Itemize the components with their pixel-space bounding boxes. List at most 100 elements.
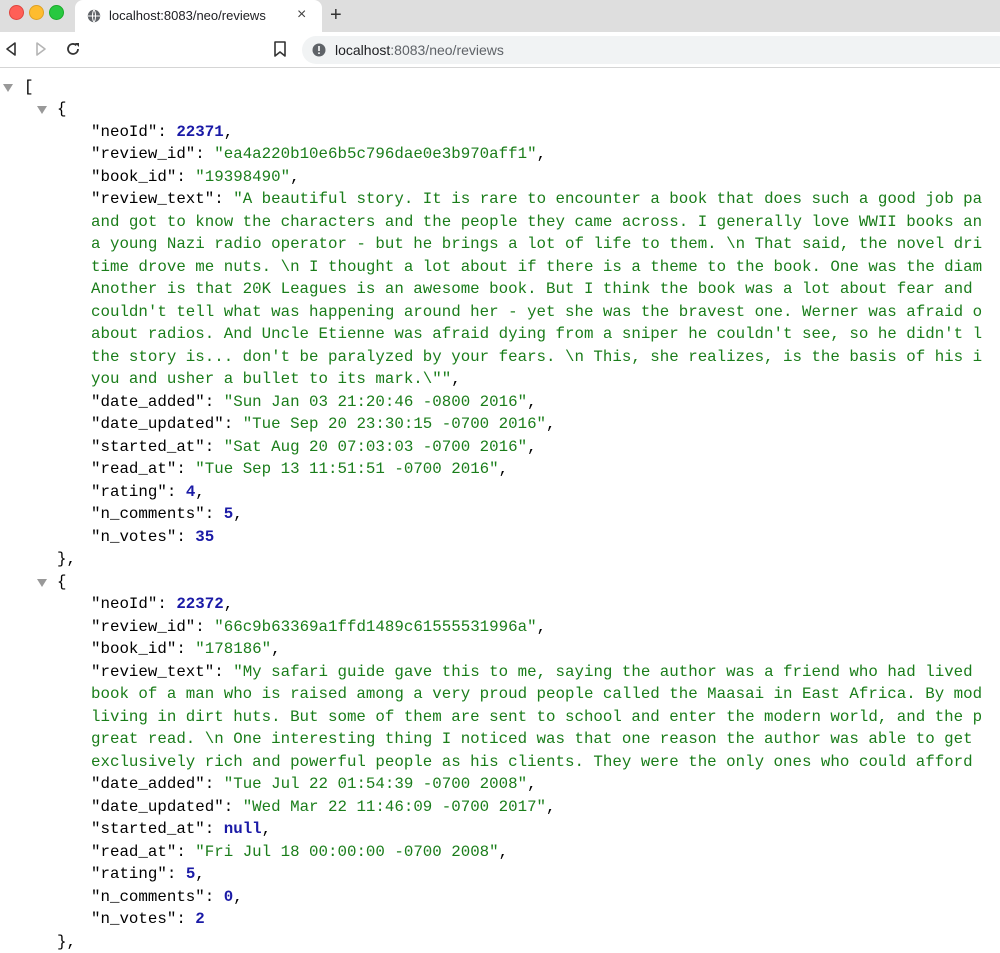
json-value: "Sat Aug 20 07:03:03 -0700 2016": [223, 437, 528, 456]
json-key: "book_id": [91, 167, 177, 186]
json-key: "n_comments": [91, 505, 205, 523]
json-key: "book_id": [91, 640, 177, 658]
url-path: :8083/neo/reviews: [390, 42, 504, 58]
json-value: "178186": [195, 640, 272, 658]
json-comma: ,: [498, 842, 509, 861]
json-value: "19398490": [195, 167, 291, 186]
review-text-line: book of a man who is raised among a very…: [91, 683, 982, 705]
json-colon: :: [204, 820, 224, 838]
json-key: "read_at": [91, 460, 177, 478]
json-comma: ,: [527, 775, 537, 793]
json-colon: :: [195, 617, 215, 636]
json-value: "Tue Sep 13 11:51:51 -0700 2016": [195, 460, 499, 478]
json-value: 2: [195, 910, 205, 928]
json-value: 4: [185, 482, 196, 501]
json-colon: :: [176, 640, 196, 658]
json-field-date-updated: "date_updated": "Tue Sep 20 23:30:15 -07…: [91, 413, 556, 435]
collapse-object-toggle[interactable]: [37, 106, 47, 114]
json-field-date-added: "date_added": "Sun Jan 03 21:20:46 -0800…: [91, 391, 537, 413]
tab-title: localhost:8083/neo/reviews: [109, 8, 266, 23]
object-close-brace: },: [57, 932, 76, 951]
json-colon: :: [204, 775, 224, 793]
bookmark-icon[interactable]: [272, 40, 288, 58]
json-comma: ,: [290, 167, 300, 186]
close-window-button[interactable]: [9, 5, 24, 20]
json-field-read-at: "read_at": "Tue Sep 13 11:51:51 -0700 20…: [91, 458, 508, 480]
json-field-review-id: "review_id": "ea4a220b10e6b5c796dae0e3b9…: [91, 143, 546, 165]
review-text-line: "A beautiful story. It is rare to encoun…: [233, 190, 983, 208]
review-text-line: exclusively rich and powerful people as …: [91, 752, 973, 771]
json-comma: ,: [498, 460, 509, 478]
forward-icon[interactable]: [32, 40, 50, 58]
review-text-line: time drove me nuts. \n I thought a lot a…: [91, 257, 983, 276]
url-text[interactable]: localhost:8083/neo/reviews: [335, 42, 504, 58]
json-key: "started_at": [91, 820, 205, 838]
json-key: "neoId": [91, 122, 158, 141]
json-value: "Fri Jul 18 00:00:00 -0700 2008": [195, 842, 499, 861]
review-text-line: Another is that 20K Leagues is an awesom…: [91, 280, 973, 298]
review-text-line: living in dirt huts. But some of them ar…: [91, 706, 982, 728]
json-field-book-id: "book_id": "178186",: [91, 638, 281, 660]
review-text-line: you and usher a bullet to its mark.\"",: [91, 368, 461, 390]
review-text-line: time drove me nuts. \n I thought a lot a…: [91, 256, 982, 278]
json-field-rating: "rating": 5,: [91, 863, 205, 885]
json-key: "review_id": [91, 617, 196, 636]
json-value: 22372: [176, 595, 224, 613]
object-close-brace: },: [57, 550, 76, 568]
json-key: "rating": [91, 482, 167, 501]
json-comma: ,: [271, 640, 281, 658]
json-key: "date_added": [91, 392, 205, 411]
review-text-line: a young Nazi radio operator - but he bri…: [91, 233, 982, 255]
json-value: 5: [185, 865, 196, 883]
review-text-line: a young Nazi radio operator - but he bri…: [91, 235, 983, 253]
reload-icon[interactable]: [64, 40, 82, 58]
json-key: "date_updated": [91, 797, 224, 816]
json-comma: ,: [223, 595, 234, 613]
browser-toolbar: localhost:8083/neo/reviews: [0, 32, 1000, 68]
json-value: "66c9b63369a1ffd1489c61555531996a": [214, 617, 537, 636]
json-comma: ,: [195, 865, 205, 883]
address-bar[interactable]: localhost:8083/neo/reviews: [302, 36, 1000, 64]
json-comma: ,: [546, 415, 556, 433]
json-colon: :: [166, 865, 186, 883]
review-text-line: book of a man who is raised among a very…: [91, 685, 983, 703]
info-icon[interactable]: [312, 43, 326, 57]
json-colon: :: [214, 662, 234, 681]
json-field-neoId: "neoId": 22371,: [91, 121, 233, 143]
json-comma: ,: [527, 437, 537, 456]
json-field-date-added: "date_added": "Tue Jul 22 01:54:39 -0700…: [91, 773, 537, 795]
json-comma: ,: [233, 505, 243, 523]
json-field-n-votes: "n_votes": 2: [91, 908, 205, 930]
json-colon: :: [176, 167, 196, 186]
json-comma: ,: [536, 617, 547, 636]
json-viewer: [ {"neoId": 22371, "review_id": "ea4a220b…: [0, 68, 1000, 953]
review-text-line: about radios. And Uncle Etienne was afra…: [91, 323, 982, 345]
json-comma: ,: [261, 820, 272, 838]
json-field-review-text: "review_text": "A beautiful story. It is…: [91, 188, 982, 210]
json-value: 5: [223, 505, 234, 523]
json-field-review-text: "review_text": "My safari guide gave thi…: [91, 661, 973, 683]
json-key: "n_comments": [91, 887, 205, 906]
json-field-read-at: "read_at": "Fri Jul 18 00:00:00 -0700 20…: [91, 841, 508, 863]
json-value: "Sun Jan 03 21:20:46 -0800 2016": [223, 392, 528, 411]
review-text-line: great read. \n One interesting thing I n…: [91, 728, 973, 750]
json-field-review-id: "review_id": "66c9b63369a1ffd1489c615555…: [91, 616, 546, 638]
json-field-rating: "rating": 4,: [91, 481, 205, 503]
new-tab-button[interactable]: +: [330, 4, 342, 26]
active-tab[interactable]: localhost:8083/neo/reviews ×: [75, 0, 322, 32]
minimize-window-button[interactable]: [29, 5, 44, 20]
back-icon[interactable]: [2, 40, 20, 58]
json-colon: :: [176, 527, 196, 546]
json-key: "n_votes": [91, 527, 177, 546]
review-text-line: the story is... don't be paralyzed by yo…: [91, 346, 982, 368]
collapse-array-toggle[interactable]: [3, 84, 13, 92]
object-open-brace: {: [57, 572, 67, 591]
json-key: "rating": [91, 865, 167, 883]
json-value: "Wed Mar 22 11:46:09 -0700 2017": [242, 797, 547, 816]
maximize-window-button[interactable]: [49, 5, 64, 20]
json-colon: :: [204, 437, 224, 456]
json-value: 35: [195, 527, 215, 546]
collapse-object-toggle[interactable]: [37, 578, 47, 587]
close-tab-icon[interactable]: ×: [297, 7, 306, 23]
review-text-line: and got to know the characters and the p…: [91, 212, 983, 231]
